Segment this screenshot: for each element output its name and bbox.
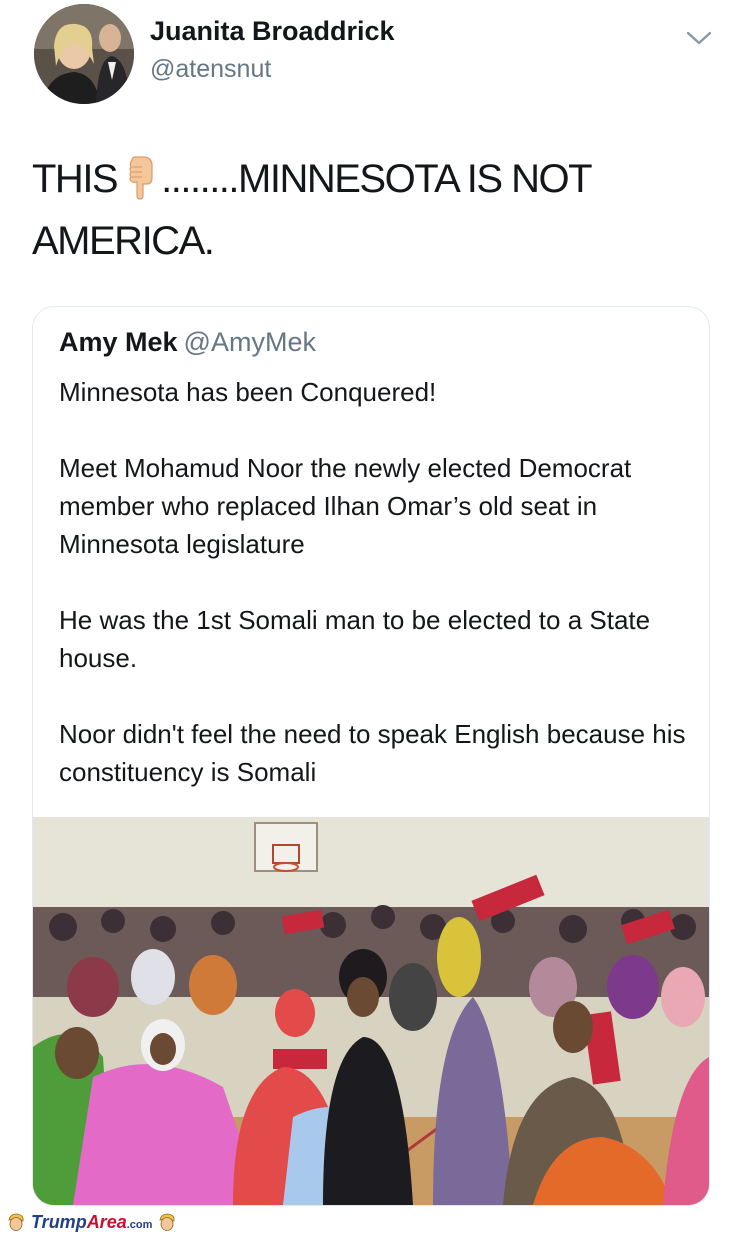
crowd-photo bbox=[33, 817, 709, 1205]
author-handle[interactable]: @atensnut bbox=[150, 55, 271, 84]
quoted-paragraph: Minnesota has been Conquered! bbox=[59, 377, 437, 407]
avatar-photo bbox=[34, 4, 134, 104]
tweet-text-part1: THIS bbox=[32, 157, 119, 201]
quoted-paragraph: He was the 1st Somali man to be elected … bbox=[59, 605, 651, 673]
watermark-part1: Trump bbox=[31, 1212, 87, 1232]
trump-head-icon bbox=[159, 1213, 175, 1231]
tweet-header: Juanita Broaddrick @atensnut bbox=[0, 0, 740, 110]
watermark-part2: Area bbox=[86, 1212, 127, 1232]
trump-head-icon bbox=[8, 1213, 24, 1231]
quoted-tweet-text: Minnesota has been Conquered! Meet Moham… bbox=[59, 373, 689, 829]
quoted-tweet-header: Amy Mek @AmyMek bbox=[59, 327, 316, 358]
watermark: TrumpArea.com bbox=[6, 1212, 177, 1234]
avatar[interactable] bbox=[34, 4, 134, 104]
quoted-author-name[interactable]: Amy Mek bbox=[59, 327, 178, 357]
quoted-tweet-photo[interactable] bbox=[33, 817, 709, 1205]
chevron-down-icon[interactable] bbox=[686, 30, 712, 46]
quoted-paragraph: Meet Mohamud Noor the newly elected Demo… bbox=[59, 453, 632, 559]
pointing-down-hand-icon bbox=[129, 156, 153, 200]
author-name[interactable]: Juanita Broaddrick bbox=[150, 16, 395, 47]
tweet-text: THIS ........MINNESOTA IS NOT AMERICA. bbox=[32, 148, 712, 272]
watermark-part3: .com bbox=[126, 1219, 153, 1231]
quoted-tweet-card[interactable]: Amy Mek @AmyMek Minnesota has been Conque… bbox=[32, 306, 710, 1206]
quoted-paragraph: Noor didn't feel the need to speak Engli… bbox=[59, 719, 686, 787]
quoted-author-handle[interactable]: @AmyMek bbox=[184, 327, 316, 357]
